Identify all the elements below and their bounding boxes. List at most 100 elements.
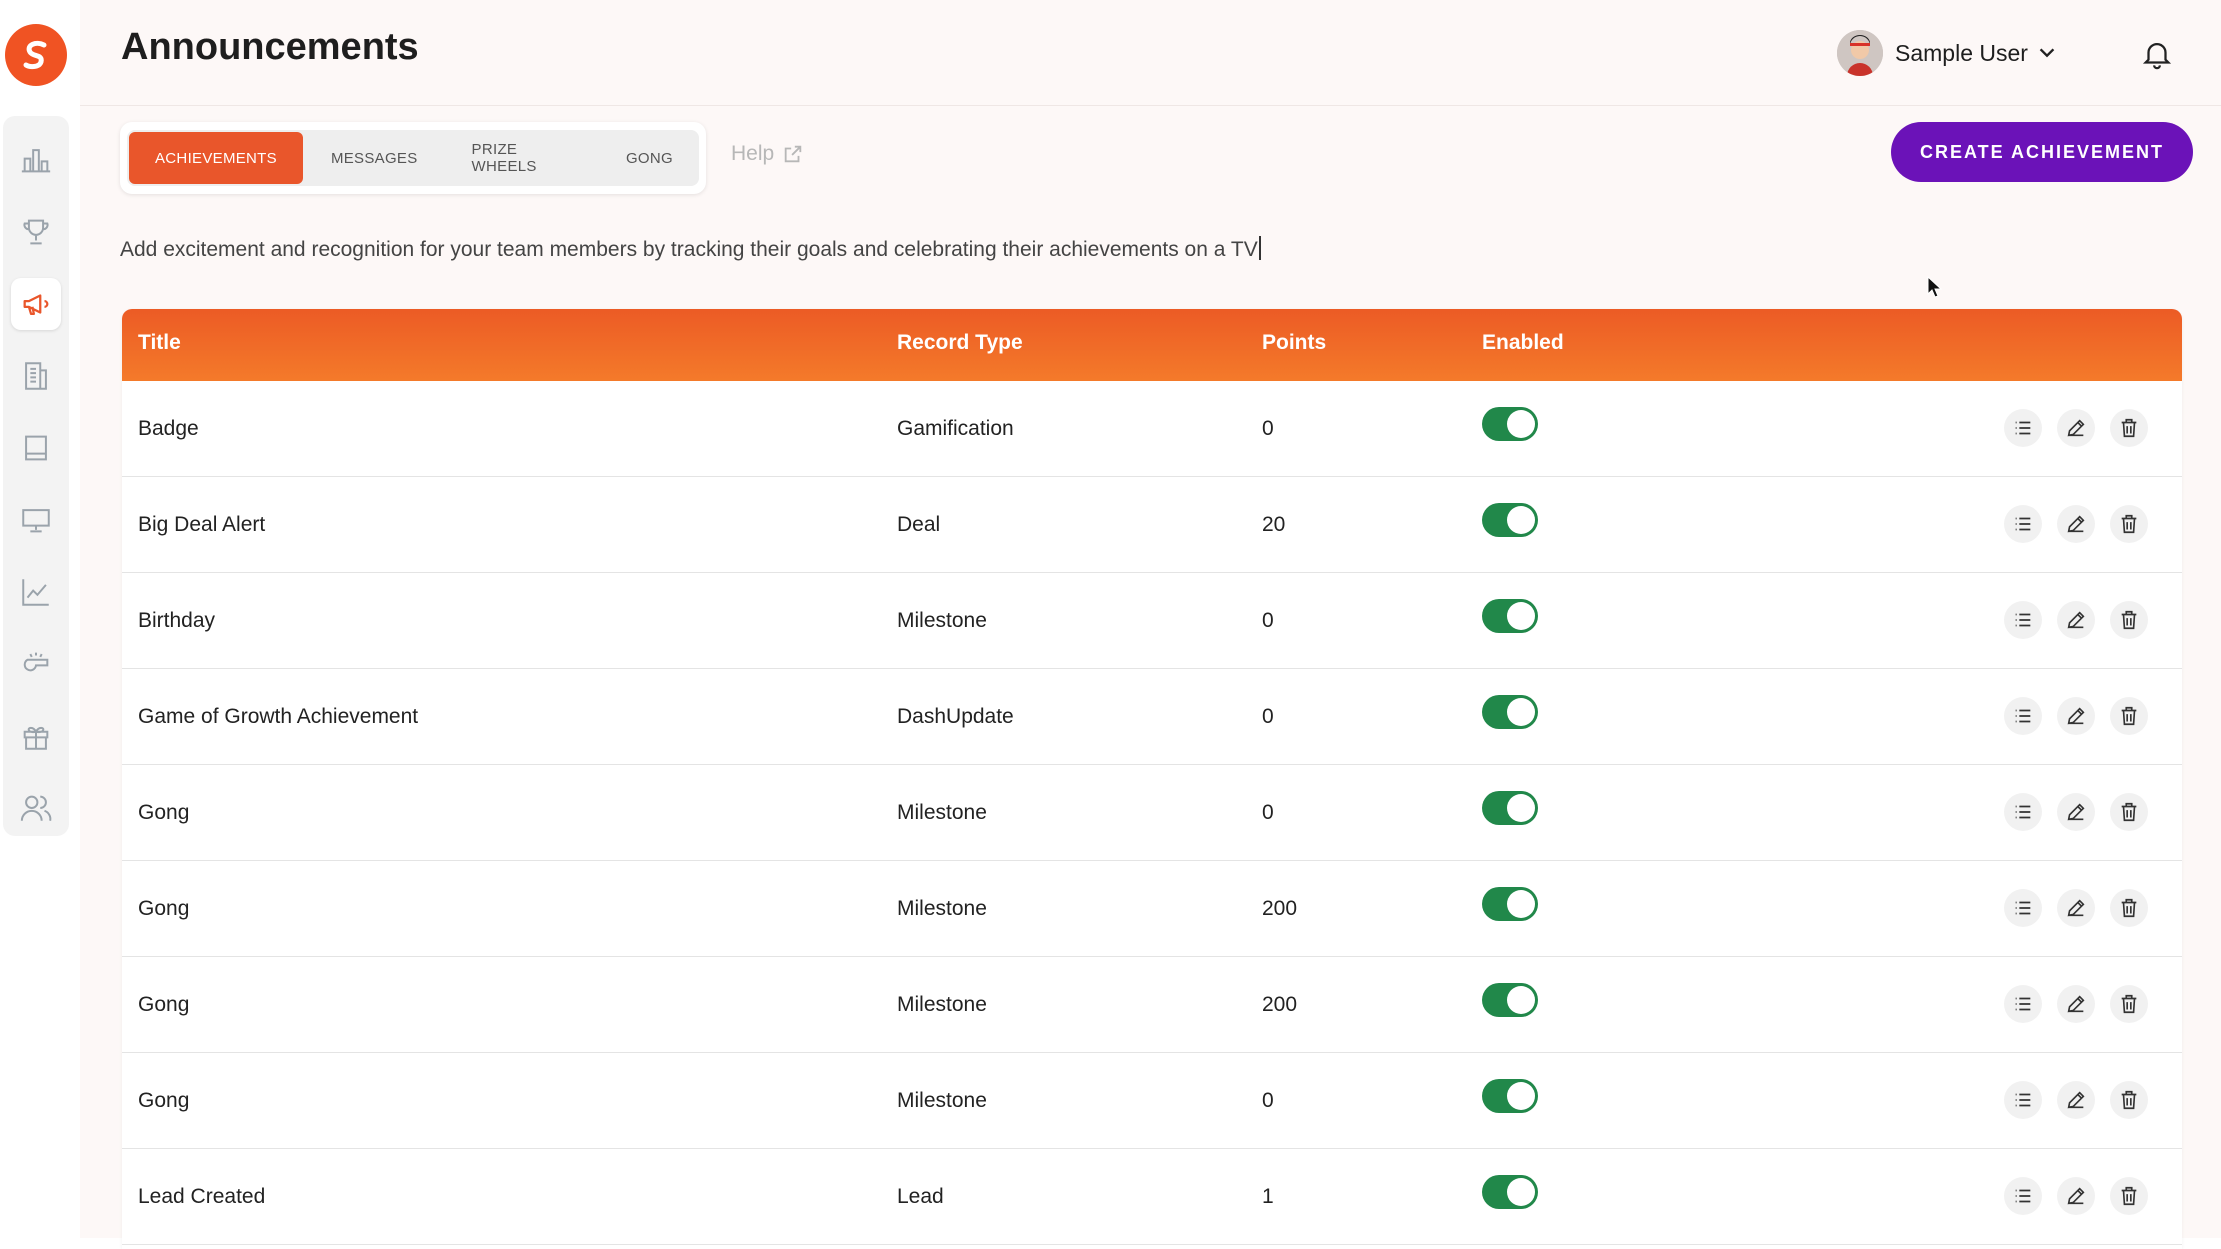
edit-button[interactable] (2057, 889, 2095, 927)
list-icon (2015, 1189, 2031, 1203)
column-header-title[interactable]: Title (138, 331, 181, 355)
sidebar-item-feed[interactable] (11, 422, 61, 474)
sidebar-item-announcements[interactable] (11, 278, 61, 330)
mouse-pointer-icon (1927, 276, 1943, 298)
delete-button[interactable] (2110, 601, 2148, 639)
pencil-icon (2067, 611, 2085, 629)
edit-button[interactable] (2057, 601, 2095, 639)
delete-button[interactable] (2110, 697, 2148, 735)
edit-button[interactable] (2057, 1177, 2095, 1215)
toggle-knob (1507, 698, 1535, 726)
details-button[interactable] (2004, 1177, 2042, 1215)
sidebar-item-rewards[interactable] (11, 710, 61, 762)
table-row[interactable]: Gong Milestone 0 (122, 765, 2182, 861)
sidebar-item-whistle[interactable] (11, 638, 61, 690)
row-actions (2004, 505, 2163, 543)
column-header-points[interactable]: Points (1262, 331, 1326, 355)
cell-points: 0 (1262, 801, 1274, 824)
toggle-track (1482, 407, 1538, 441)
user-menu[interactable]: Sample User (1837, 28, 2058, 78)
table-row[interactable]: Big Deal Alert Deal 20 (122, 477, 2182, 573)
cell-points: 200 (1262, 993, 1298, 1016)
delete-button[interactable] (2110, 985, 2148, 1023)
page-description: Add excitement and recognition for your … (120, 236, 1261, 262)
enabled-toggle[interactable] (1482, 695, 1538, 729)
table-row[interactable]: Birthday Milestone 0 (122, 573, 2182, 669)
table-row[interactable]: Gong Milestone 200 (122, 957, 2182, 1053)
tab-achievements[interactable]: ACHIEVEMENTS (129, 132, 303, 184)
trophy-icon (23, 219, 49, 245)
delete-button[interactable] (2110, 1081, 2148, 1119)
enabled-toggle[interactable] (1482, 1079, 1538, 1113)
details-button[interactable] (2004, 601, 2042, 639)
details-button[interactable] (2004, 985, 2042, 1023)
toggle-track (1482, 1175, 1538, 1209)
enabled-toggle[interactable] (1482, 503, 1538, 537)
cell-title: Gong (138, 1089, 190, 1112)
help-link[interactable]: Help (731, 142, 804, 166)
enabled-toggle[interactable] (1482, 791, 1538, 825)
line-chart-icon (22, 579, 49, 606)
details-button[interactable] (2004, 889, 2042, 927)
toggle-track (1482, 887, 1538, 921)
edit-button[interactable] (2057, 697, 2095, 735)
trash-icon (2121, 514, 2137, 534)
cell-title: Birthday (138, 609, 216, 632)
cell-record-type: Lead (897, 1185, 944, 1208)
table-row[interactable]: Badge Gamification 0 (122, 381, 2182, 477)
sidebar-nav (3, 116, 69, 836)
tab-messages[interactable]: MESSAGES (305, 132, 444, 184)
enabled-toggle[interactable] (1482, 983, 1538, 1017)
help-label: Help (731, 142, 775, 165)
details-button[interactable] (2004, 505, 2042, 543)
edit-button[interactable] (2057, 985, 2095, 1023)
page-title: Announcements (121, 26, 419, 68)
details-button[interactable] (2004, 697, 2042, 735)
enabled-toggle[interactable] (1482, 887, 1538, 921)
bell-icon[interactable] (2140, 36, 2174, 72)
toggle-knob (1507, 506, 1535, 534)
achievements-table: Title Record Type Points Enabled Badge G… (122, 309, 2182, 1249)
column-header-enabled[interactable]: Enabled (1482, 331, 1564, 355)
column-header-record-type[interactable]: Record Type (897, 331, 1023, 355)
sidebar-item-competitions[interactable] (11, 206, 61, 258)
row-actions (2004, 1177, 2163, 1215)
details-button[interactable] (2004, 793, 2042, 831)
delete-button[interactable] (2110, 409, 2148, 447)
table-row[interactable]: Gong Milestone 200 (122, 861, 2182, 957)
table-row[interactable]: Game of Growth Achievement DashUpdate 0 (122, 669, 2182, 765)
delete-button[interactable] (2110, 793, 2148, 831)
cell-title: Big Deal Alert (138, 513, 266, 536)
edit-button[interactable] (2057, 793, 2095, 831)
edit-button[interactable] (2057, 505, 2095, 543)
pencil-icon (2067, 1187, 2085, 1205)
sidebar-item-analytics[interactable] (11, 566, 61, 618)
create-achievement-button[interactable]: CREATE ACHIEVEMENT (1891, 122, 2193, 182)
sidebar-item-tv[interactable] (11, 494, 61, 546)
enabled-toggle[interactable] (1482, 407, 1538, 441)
list-icon (2015, 517, 2031, 531)
avatar (1837, 30, 1883, 76)
details-button[interactable] (2004, 409, 2042, 447)
edit-button[interactable] (2057, 409, 2095, 447)
details-button[interactable] (2004, 1081, 2042, 1119)
tab-prize-wheels[interactable]: PRIZE WHEELS (446, 132, 598, 184)
table-row[interactable]: Lead Created Lead 1 (122, 1149, 2182, 1245)
enabled-toggle[interactable] (1482, 599, 1538, 633)
cell-title: Gong (138, 801, 190, 824)
row-actions (2004, 697, 2163, 735)
table-row[interactable]: Gong Milestone 0 (122, 1053, 2182, 1149)
delete-button[interactable] (2110, 889, 2148, 927)
app-logo[interactable] (5, 24, 67, 86)
cell-points: 200 (1262, 897, 1298, 920)
sidebar-item-leaderboard[interactable] (11, 134, 61, 186)
delete-button[interactable] (2110, 505, 2148, 543)
sidebar-item-users[interactable] (11, 782, 61, 834)
tab-gong[interactable]: GONG (600, 132, 699, 184)
enabled-toggle[interactable] (1482, 1175, 1538, 1209)
delete-button[interactable] (2110, 1177, 2148, 1215)
trash-icon (2121, 610, 2137, 630)
sidebar-item-reports[interactable] (11, 350, 61, 402)
list-icon (2015, 613, 2031, 627)
edit-button[interactable] (2057, 1081, 2095, 1119)
